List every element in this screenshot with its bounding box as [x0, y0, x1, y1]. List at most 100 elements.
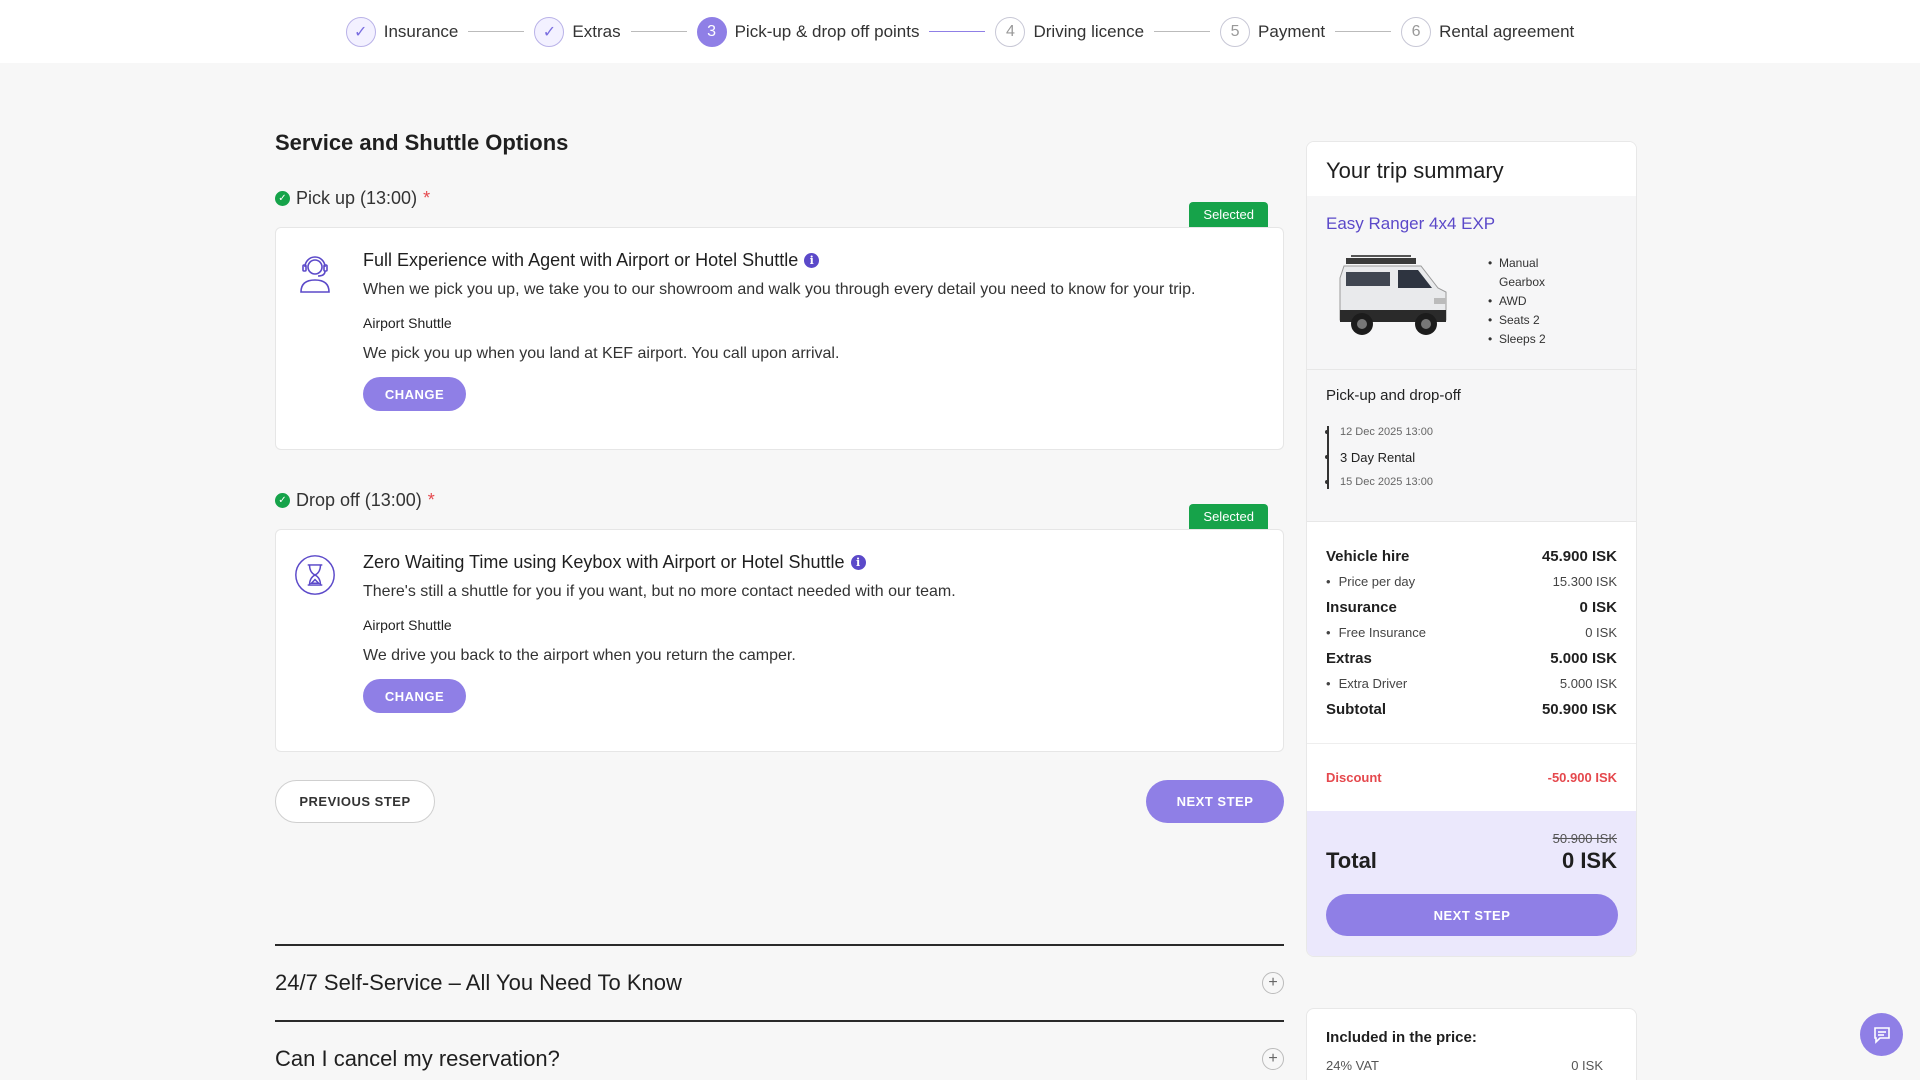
step-pickup-dropoff[interactable]: 3 Pick-up & drop off points — [696, 16, 920, 47]
cost-extras: Extras 5.000 ISK — [1326, 646, 1617, 670]
pickup-label: ✓ Pick up (13:00) * — [275, 188, 1284, 209]
faq-question: Can I cancel my reservation? — [275, 1045, 560, 1071]
plus-icon[interactable]: + — [1262, 1047, 1284, 1070]
total-value: 0 ISK — [1561, 848, 1617, 873]
plus-icon[interactable]: + — [1262, 971, 1284, 994]
step-extras[interactable]: ✓ Extras — [534, 16, 621, 47]
check-icon: ✓ — [534, 16, 565, 47]
total-section: 50.900 ISK Total 0 ISK NEXT STEP — [1307, 811, 1636, 956]
main-content: Service and Shuttle Options ✓ Pick up (1… — [275, 130, 1284, 823]
cost-value: 45.900 ISK — [1541, 547, 1617, 565]
step-rental-agreement[interactable]: 6 Rental agreement — [1401, 16, 1575, 47]
rental-duration: 3 Day Rental — [1325, 445, 1617, 470]
spec-item: Seats 2 — [1488, 311, 1558, 330]
total-label: Total — [1326, 848, 1377, 873]
step-number: 3 — [696, 16, 727, 47]
step-connector — [468, 30, 525, 33]
cost-label: Free Insurance — [1326, 625, 1426, 640]
included-item: 24% VAT 0 ISK — [1326, 1058, 1617, 1073]
chat-icon — [1873, 1026, 1890, 1044]
cost-breakdown: Vehicle hire 45.900 ISK Price per day 15… — [1307, 522, 1636, 743]
faq-item[interactable]: 24/7 Self-Service – All You Need To Know… — [275, 944, 1284, 1019]
included-value: 0 ISK — [1571, 1058, 1603, 1073]
step-label: Extras — [572, 21, 621, 41]
check-circle-icon: ✓ — [275, 493, 290, 508]
sidebar-next-step-button[interactable]: NEXT STEP — [1326, 894, 1618, 936]
summary-title: Your trip summary — [1307, 142, 1636, 196]
pickup-option-card: Full Experience with Agent with Airport … — [275, 227, 1284, 450]
cost-label: Extra Driver — [1326, 676, 1408, 691]
step-number: 4 — [995, 16, 1026, 47]
chat-button[interactable] — [1860, 1013, 1903, 1056]
step-label: Pick-up & drop off points — [734, 21, 920, 41]
dropoff-label: ✓ Drop off (13:00) * — [275, 490, 1284, 511]
option-description: When we pick you up, we take you to our … — [363, 281, 1196, 298]
vehicle-image — [1339, 255, 1447, 335]
original-price: 50.900 ISK — [1552, 831, 1617, 846]
change-dropoff-button[interactable]: CHANGE — [363, 679, 466, 713]
cost-vehicle-hire: Vehicle hire 45.900 ISK — [1326, 544, 1617, 568]
required-marker: * — [423, 188, 431, 208]
cost-label: Price per day — [1326, 574, 1416, 589]
check-icon: ✓ — [345, 16, 376, 47]
required-marker: * — [427, 490, 435, 510]
info-icon[interactable]: i — [804, 253, 820, 268]
discount-row: Discount -50.900 ISK — [1307, 743, 1636, 811]
vehicle-name[interactable]: Easy Ranger 4x4 EXP — [1326, 214, 1617, 234]
pickup-dropoff-info: Pick-up and drop-off 12 Dec 2025 13:00 3… — [1307, 370, 1636, 522]
cost-price-per-day: Price per day 15.300 ISK — [1326, 568, 1617, 595]
change-pickup-button[interactable]: CHANGE — [363, 377, 466, 411]
vehicle-info: Easy Ranger 4x4 EXP Manual Gearbox AWD S… — [1307, 196, 1636, 370]
cost-value: 15.300 ISK — [1552, 574, 1617, 589]
rental-timeline: 12 Dec 2025 13:00 3 Day Rental 15 Dec 20… — [1325, 420, 1617, 495]
cost-label: Vehicle hire — [1326, 547, 1410, 565]
step-number: 5 — [1220, 16, 1251, 47]
selected-badge: Selected — [1189, 504, 1268, 529]
step-number: 6 — [1401, 16, 1432, 47]
step-connector — [630, 30, 687, 33]
step-connector — [929, 30, 986, 33]
option-heading-text: Full Experience with Agent with Airport … — [363, 250, 799, 270]
check-circle-icon: ✓ — [275, 191, 290, 206]
step-driving-licence[interactable]: 4 Driving licence — [995, 16, 1144, 47]
cost-value: 0 ISK — [1585, 625, 1617, 640]
agent-headset-icon — [300, 256, 330, 293]
cost-insurance: Insurance 0 ISK — [1326, 595, 1617, 619]
step-connector — [1154, 30, 1211, 33]
included-title: Included in the price: — [1326, 1029, 1477, 1046]
faq-item[interactable]: Can I cancel my reservation? + — [275, 1020, 1284, 1080]
option-heading: Full Experience with Agent with Airport … — [363, 250, 1253, 271]
cost-extra-driver: Extra Driver 5.000 ISK — [1326, 670, 1617, 697]
previous-step-button[interactable]: PREVIOUS STEP — [275, 780, 435, 823]
dropoff-label-text: Drop off (13:00) — [296, 490, 422, 510]
step-connector — [1335, 30, 1392, 33]
shuttle-note: We pick you up when you land at KEF airp… — [363, 345, 840, 362]
included-in-price: Included in the price: 24% VAT 0 ISK — [1306, 1008, 1637, 1080]
hourglass-icon — [295, 555, 335, 595]
dropoff-option-card: Zero Waiting Time using Keybox with Airp… — [275, 529, 1284, 752]
progress-stepper: ✓ Insurance ✓ Extras 3 Pick-up & drop of… — [0, 0, 1920, 63]
step-insurance[interactable]: ✓ Insurance — [345, 16, 459, 47]
spec-item: Sleeps 2 — [1488, 330, 1558, 349]
step-payment[interactable]: 5 Payment — [1220, 16, 1325, 47]
cost-value: 5.000 ISK — [1550, 649, 1617, 667]
option-heading-text: Zero Waiting Time using Keybox with Airp… — [363, 552, 845, 572]
cost-value: 50.900 ISK — [1541, 700, 1617, 718]
faq-question: 24/7 Self-Service – All You Need To Know — [275, 969, 682, 995]
step-label: Insurance — [383, 21, 459, 41]
page-title: Service and Shuttle Options — [275, 130, 569, 155]
vehicle-specs: Manual Gearbox AWD Seats 2 Sleeps 2 — [1488, 248, 1558, 349]
step-navigation: PREVIOUS STEP NEXT STEP — [275, 780, 1284, 823]
pickup-label-text: Pick up (13:00) — [296, 188, 418, 208]
cost-label: Extras — [1326, 649, 1372, 667]
info-icon[interactable]: i — [850, 555, 866, 570]
cost-value: 5.000 ISK — [1559, 676, 1617, 691]
step-label: Rental agreement — [1439, 21, 1575, 41]
next-step-button[interactable]: NEXT STEP — [1146, 780, 1284, 823]
cost-value: 0 ISK — [1579, 598, 1617, 616]
shuttle-note: We drive you back to the airport when yo… — [363, 647, 796, 664]
shuttle-label: Airport Shuttle — [363, 617, 452, 633]
pickup-dropoff-title: Pick-up and drop-off — [1326, 387, 1461, 404]
spec-item: Manual Gearbox — [1488, 254, 1558, 292]
pickup-datetime: 12 Dec 2025 13:00 — [1325, 420, 1617, 445]
